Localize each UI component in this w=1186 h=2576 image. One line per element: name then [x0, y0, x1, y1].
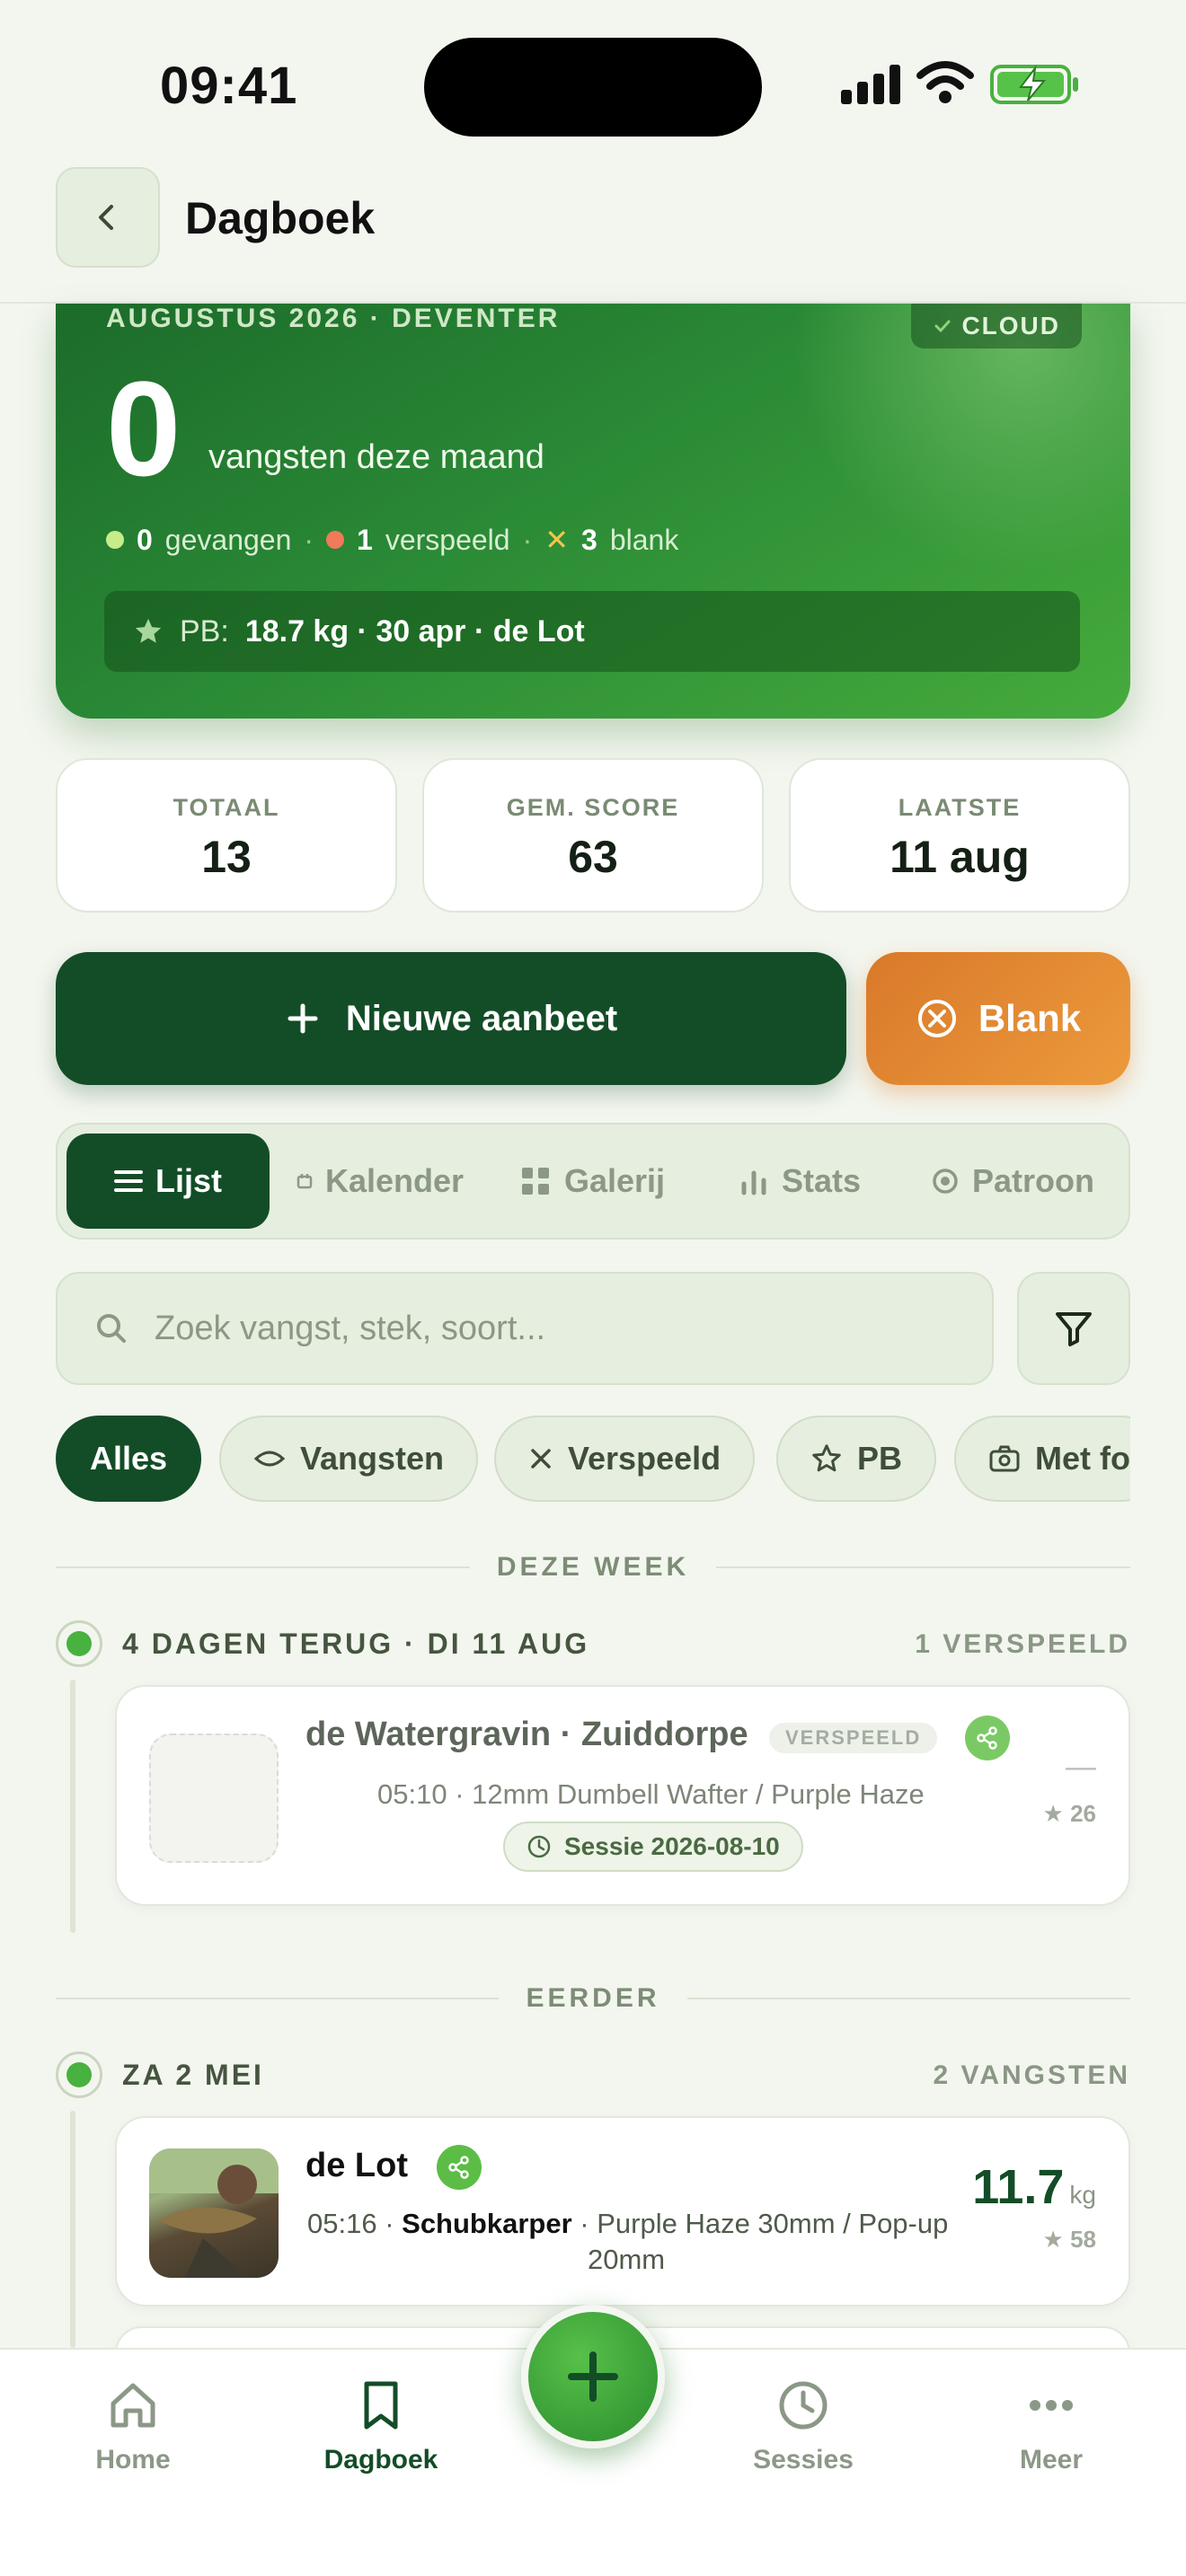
app-header — [0, 153, 1186, 304]
list-icon — [113, 1170, 143, 1192]
add-catch-fab[interactable] — [521, 2305, 665, 2448]
search-placeholder: Zoek vangst, stek, soort... — [155, 1309, 546, 1347]
cloud-sync-badge: CLOUD — [911, 304, 1082, 348]
chip-pb[interactable]: PB — [776, 1416, 937, 1502]
catch-entry-lost[interactable]: de Watergravin · Zuiddorpe VERSPEELD 05:… — [115, 1685, 1130, 1906]
nav-diary[interactable]: Dagboek — [291, 2377, 471, 2475]
chip-catches[interactable]: Vangsten — [219, 1416, 479, 1502]
battery-charging-icon — [990, 65, 1078, 104]
status-badge: VERSPEELD — [769, 1723, 938, 1753]
chevron-left-icon — [99, 205, 113, 230]
entry-score: ★ 58 — [1042, 2226, 1096, 2253]
month-catch-count: 0 — [106, 353, 181, 504]
entry-title: de Lot — [305, 2147, 408, 2184]
nav-more[interactable]: Meer — [961, 2377, 1141, 2475]
filter-chips: Alles Vangsten Verspeeld PB Met fo — [56, 1416, 1130, 1502]
view-tabs: Lijst Kalender Galerij Stats Patroon — [56, 1123, 1130, 1239]
back-button[interactable] — [56, 167, 160, 268]
bookmark-icon — [364, 2381, 398, 2430]
status-time: 09:41 — [160, 57, 298, 115]
timeline-dot — [56, 1620, 102, 1667]
filter-icon — [1056, 1312, 1092, 1346]
grid-icon — [522, 1168, 549, 1195]
day-header-count: 1 VERSPEELD — [915, 1629, 1130, 1659]
section-this-week: DEZE WEEK — [56, 1552, 1130, 1583]
month-location-label: AUGUSTUS 2026 · DEVENTER — [106, 304, 561, 333]
month-summary-card: AUGUSTUS 2026 · DEVENTER CLOUD 0 vangste… — [56, 304, 1130, 719]
plus-icon — [288, 1003, 318, 1034]
stat-card-total: TOTAAL 13 — [56, 758, 397, 913]
share-icon[interactable] — [965, 1716, 1010, 1760]
star-icon — [135, 618, 162, 643]
fish-icon — [253, 1451, 286, 1467]
day-header-count: 2 VANGSTEN — [933, 2060, 1130, 2090]
caught-dot-icon — [106, 531, 124, 549]
cellular-signal-icon — [841, 65, 900, 104]
photo-placeholder — [149, 1734, 279, 1863]
dynamic-island — [424, 38, 762, 137]
camera-icon — [989, 1445, 1020, 1472]
tab-stats[interactable]: Stats — [739, 1134, 861, 1229]
star-outline-icon — [812, 1444, 841, 1472]
page-title: Dagboek — [185, 193, 376, 243]
more-icon — [1030, 2400, 1073, 2411]
lost-dot-icon — [326, 531, 345, 549]
entry-details: 05:16 · Schubkarper · Purple Haze 30mm /… — [307, 2208, 949, 2239]
search-field[interactable]: Zoek vangst, stek, soort... — [56, 1272, 994, 1385]
home-icon — [111, 2383, 155, 2428]
session-link[interactable]: Sessie 2026-08-10 — [503, 1822, 803, 1872]
personal-best-bar: PB: 18.7 kg · 30 apr · de Lot — [104, 591, 1080, 672]
timeline-line — [70, 1680, 75, 1933]
tab-calendar[interactable]: Kalender — [296, 1134, 464, 1229]
section-earlier: EERDER — [56, 1983, 1130, 2014]
filter-button[interactable] — [1017, 1272, 1130, 1385]
entry-details: 05:10 · 12mm Dumbell Wafter / Purple Haz… — [377, 1778, 925, 1810]
blank-x-icon: ✕ — [544, 524, 570, 556]
blank-session-button[interactable]: Blank — [866, 952, 1130, 1085]
stat-card-latest: LAATSTE 11 aug — [789, 758, 1130, 913]
entry-weight: 11.7 kg — [972, 2160, 1096, 2214]
x-icon — [531, 1449, 551, 1469]
catch-entry[interactable]: de Lot 05:16 · Schubkarper · Purple Haze… — [115, 2116, 1130, 2307]
tab-list[interactable]: Lijst — [66, 1134, 270, 1229]
clock-icon — [527, 1835, 551, 1858]
circle-x-icon — [917, 1000, 956, 1037]
month-breakdown: 0 gevangen · 1 verspeeld · ✕ 3 blank — [106, 523, 678, 557]
entry-title: de Watergravin · Zuiddorpe — [305, 1716, 748, 1753]
month-catch-label: vangsten deze maand — [208, 438, 544, 476]
day-header-title: 4 DAGEN TERUG · DI 11 AUG — [122, 1628, 590, 1660]
nav-sessions[interactable]: Sessies — [713, 2377, 893, 2475]
entry-weight: — — [1066, 1750, 1096, 1784]
catch-photo[interactable] — [149, 2148, 279, 2278]
day-header-title: ZA 2 MEI — [122, 2059, 264, 2091]
chip-with-photo[interactable]: Met fo — [954, 1416, 1130, 1502]
clock-icon — [779, 2381, 828, 2430]
share-icon[interactable] — [437, 2145, 482, 2190]
check-icon — [934, 320, 951, 333]
tab-gallery[interactable]: Galerij — [519, 1134, 665, 1229]
calendar-icon — [296, 1174, 313, 1189]
stat-card-avg-score: GEM. SCORE 63 — [422, 758, 764, 913]
timeline-dot — [56, 2051, 102, 2098]
wifi-icon — [916, 61, 974, 103]
entry-details-line2: 20mm — [588, 2244, 666, 2275]
nav-home[interactable]: Home — [43, 2377, 223, 2475]
timeline-line — [70, 2111, 75, 2348]
target-icon — [933, 1169, 958, 1194]
chip-lost[interactable]: Verspeeld — [494, 1416, 756, 1502]
plus-icon — [568, 2351, 618, 2402]
search-icon — [97, 1314, 126, 1343]
bar-chart-icon — [741, 1170, 766, 1195]
new-bite-button[interactable]: Nieuwe aanbeet — [56, 952, 846, 1085]
tab-pattern[interactable]: Patroon — [931, 1134, 1094, 1229]
entry-score: ★ 26 — [1042, 1800, 1096, 1827]
chip-all[interactable]: Alles — [56, 1416, 202, 1502]
